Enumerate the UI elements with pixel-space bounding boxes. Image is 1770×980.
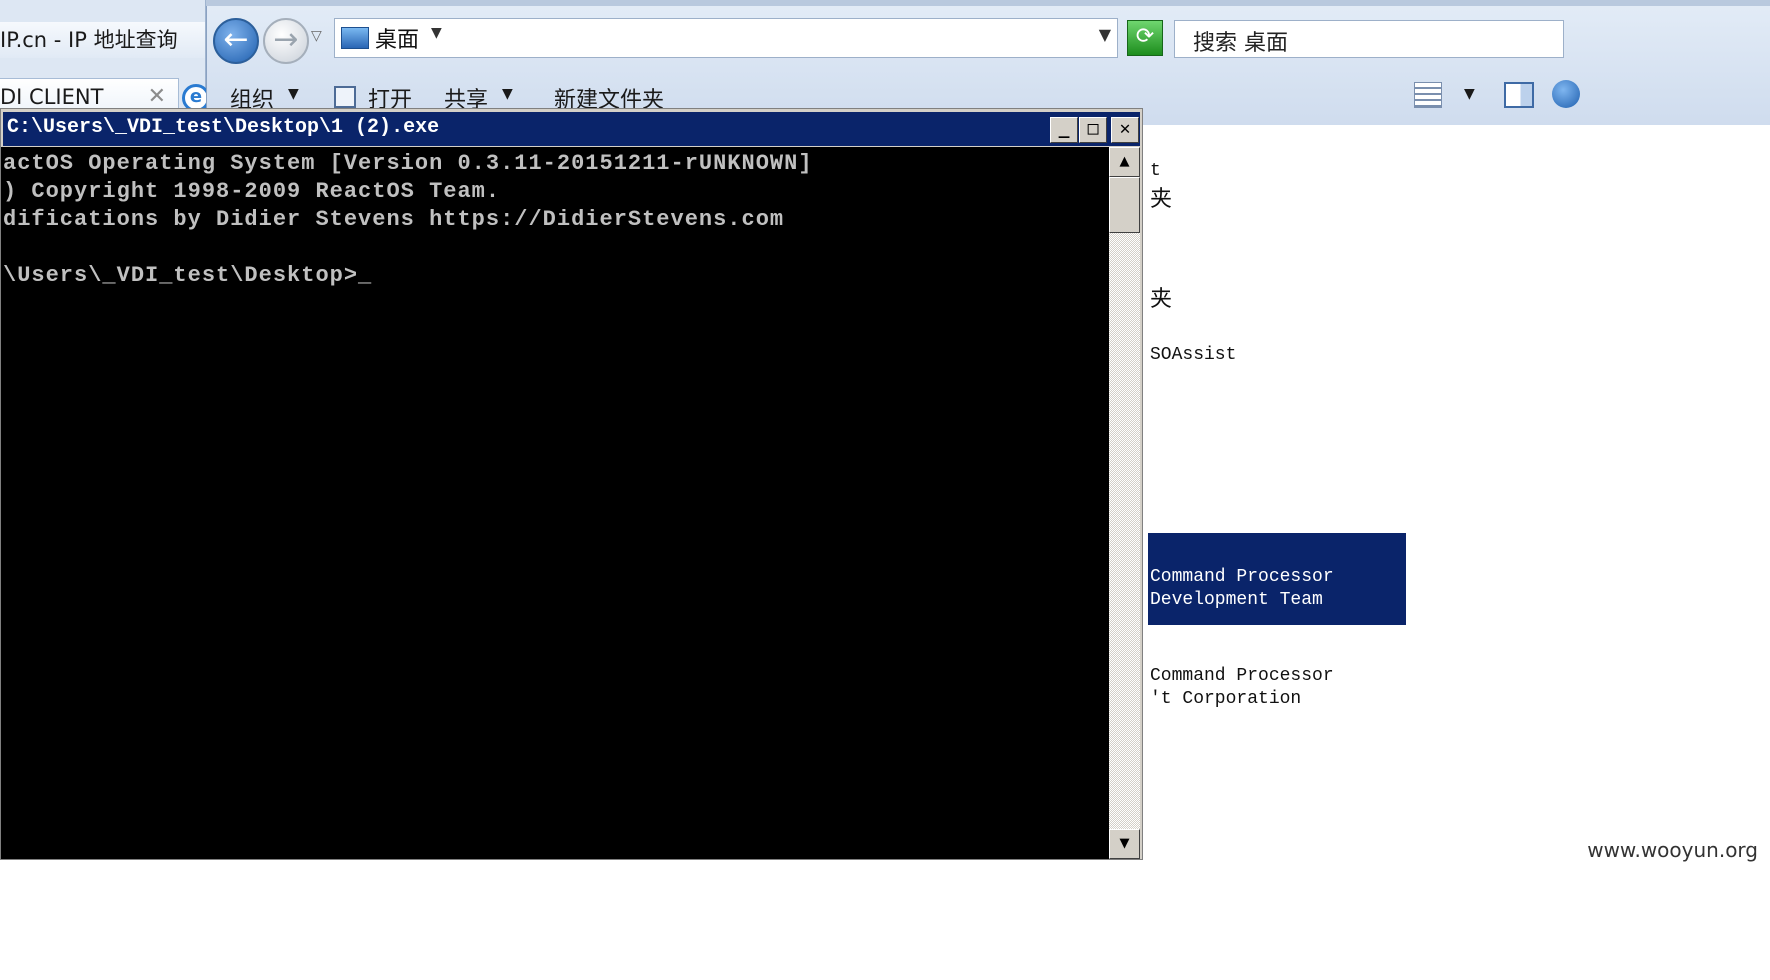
- refresh-button[interactable]: ⟳: [1127, 20, 1163, 56]
- close-button[interactable]: ✕: [1111, 117, 1139, 143]
- chevron-down-icon[interactable]: ▼: [288, 86, 299, 102]
- file-detail-text: t: [1150, 161, 1161, 181]
- address-bar[interactable]: 桌面 ▼ ▼: [334, 18, 1118, 58]
- console-window[interactable]: C:\Users\_VDI_test\Desktop\1 (2).exe _ □…: [0, 108, 1143, 860]
- browser-tab-title: DI CLIENT: [0, 85, 104, 109]
- breadcrumb-chevron-icon[interactable]: ▼: [431, 25, 442, 41]
- recent-pages-dropdown-icon[interactable]: ▽: [311, 28, 322, 44]
- back-button[interactable]: ←: [213, 18, 259, 64]
- file-description: Command Processor: [1150, 666, 1334, 686]
- help-icon[interactable]: [1552, 80, 1580, 108]
- maximize-button[interactable]: □: [1079, 117, 1107, 143]
- chevron-down-icon[interactable]: ▼: [1464, 86, 1475, 102]
- browser-tab-strip: IP.cn - IP 地址查询 DI CLIENT ✕ e: [0, 0, 210, 122]
- preview-pane-icon[interactable]: [1504, 82, 1534, 108]
- chevron-down-icon[interactable]: ▼: [502, 86, 513, 102]
- forward-button[interactable]: →: [263, 18, 309, 64]
- console-output[interactable]: actOS Operating System [Version 0.3.11-2…: [1, 147, 1109, 859]
- open-icon[interactable]: [334, 86, 356, 108]
- desktop-icon: [341, 27, 369, 49]
- console-prompt[interactable]: \Users\_VDI_test\Desktop>_: [3, 263, 372, 288]
- address-breadcrumb[interactable]: 桌面: [375, 22, 419, 54]
- scroll-down-button[interactable]: ▼: [1109, 829, 1140, 859]
- console-title: C:\Users\_VDI_test\Desktop\1 (2).exe: [7, 116, 440, 139]
- change-view-icon[interactable]: [1414, 82, 1442, 108]
- console-title-bar[interactable]: C:\Users\_VDI_test\Desktop\1 (2).exe _ □…: [3, 112, 1140, 146]
- file-detail-text: SOAssist: [1150, 345, 1237, 365]
- search-placeholder: 搜索 桌面: [1193, 31, 1288, 56]
- file-detail-text: 夹: [1150, 188, 1173, 213]
- browser-tab-ip-cn[interactable]: IP.cn - IP 地址查询: [0, 22, 205, 58]
- scroll-thumb[interactable]: [1109, 177, 1140, 233]
- file-company: 't Corporation: [1150, 689, 1302, 709]
- watermark: www.wooyun.org: [1587, 838, 1758, 862]
- console-line: difications by Didier Stevens https://Di…: [3, 207, 785, 232]
- search-input[interactable]: 搜索 桌面: [1174, 20, 1564, 58]
- console-line: actOS Operating System [Version 0.3.11-2…: [3, 151, 813, 176]
- file-company: Development Team: [1150, 590, 1323, 610]
- scroll-up-button[interactable]: ▲: [1109, 147, 1140, 177]
- console-line: ) Copyright 1998-2009 ReactOS Team.: [3, 179, 501, 204]
- file-detail-text: 夹: [1150, 288, 1173, 313]
- file-description: Command Processor: [1150, 567, 1334, 587]
- browser-tab-title: IP.cn - IP 地址查询: [0, 28, 178, 52]
- explorer-top-edge: [206, 0, 1770, 6]
- address-dropdown-icon[interactable]: ▼: [1099, 25, 1111, 44]
- minimize-button[interactable]: _: [1050, 117, 1078, 143]
- console-scrollbar[interactable]: ▲ ▼: [1109, 147, 1140, 859]
- selected-file-item[interactable]: Command Processor Development Team: [1148, 533, 1406, 625]
